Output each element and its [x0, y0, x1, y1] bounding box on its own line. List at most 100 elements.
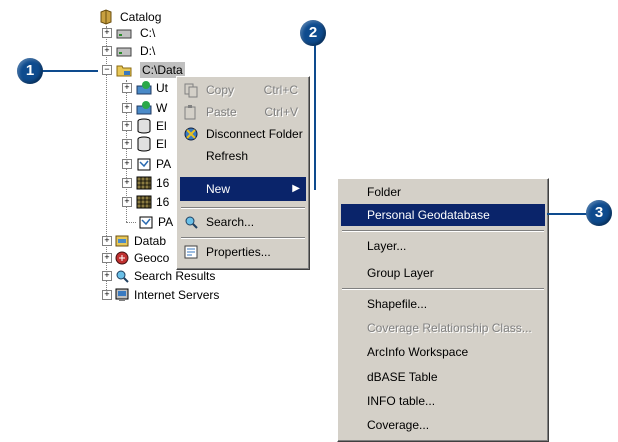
new-submenu: Folder Personal Geodatabase Layer... Gro…: [337, 178, 549, 442]
menu-item-label: Folder: [367, 185, 402, 199]
raster-icon: [136, 195, 152, 209]
tree-label: Catalog: [120, 10, 162, 24]
tree-line: [126, 222, 136, 223]
layer-file-icon: [139, 216, 153, 229]
tree-label: 16: [156, 176, 170, 190]
menu-item-paste[interactable]: Paste Ctrl+V: [180, 101, 306, 123]
expand-icon[interactable]: +: [102, 46, 112, 56]
paste-icon: [184, 105, 196, 120]
menu-item-coverage-relationship-class[interactable]: Coverage Relationship Class...: [341, 317, 545, 339]
expand-icon[interactable]: +: [122, 178, 132, 188]
menu-item-label: dBASE Table: [367, 370, 438, 384]
expand-icon[interactable]: +: [102, 271, 112, 281]
copy-icon: [184, 83, 198, 98]
menu-item-shapefile[interactable]: Shapefile...: [341, 293, 545, 315]
menu-item-label: INFO table...: [367, 394, 436, 408]
submenu-arrow-icon: ▶: [292, 183, 300, 194]
drive-icon: [116, 47, 132, 57]
menu-item-refresh[interactable]: Refresh: [180, 145, 306, 167]
menu-item-shortcut: Ctrl+V: [264, 105, 298, 119]
menu-item-label: Paste: [206, 105, 237, 119]
menu-separator: [181, 237, 305, 239]
menu-item-label: Coverage Relationship Class...: [367, 321, 532, 335]
internet-servers-icon: [115, 288, 129, 301]
menu-item-search[interactable]: Search...: [180, 211, 306, 233]
expand-icon[interactable]: +: [122, 139, 132, 149]
folder-context-menu: Copy Ctrl+C Paste Ctrl+V Disconnect Fold…: [176, 76, 310, 270]
tree-label: Datab: [134, 234, 167, 248]
tree-label: Geoco: [134, 251, 170, 265]
database-servers-icon: [115, 235, 129, 247]
menu-separator: [342, 230, 544, 232]
menu-item-label: Group Layer: [367, 266, 434, 280]
menu-item-label: Layer...: [367, 239, 407, 253]
callout-2-leader: [314, 40, 316, 190]
tree-label: Internet Servers: [134, 288, 220, 302]
menu-item-properties[interactable]: Properties...: [180, 241, 306, 263]
expand-icon[interactable]: +: [102, 253, 112, 263]
expand-icon[interactable]: +: [122, 83, 132, 93]
catalog-icon: [100, 9, 112, 25]
geodatabase-icon: [137, 136, 151, 152]
callout-1-leader: [40, 70, 98, 72]
menu-item-folder[interactable]: Folder: [341, 181, 545, 203]
folder-connection-icon: [116, 65, 132, 77]
menu-item-label: Disconnect Folder: [206, 127, 303, 141]
menu-item-dbase-table[interactable]: dBASE Table: [341, 366, 545, 388]
tree-label: W: [156, 101, 168, 115]
expand-icon[interactable]: +: [102, 290, 112, 300]
expand-icon[interactable]: +: [102, 28, 112, 38]
tree-label: Search Results: [134, 269, 216, 283]
menu-item-label: Properties...: [206, 245, 271, 259]
expand-icon[interactable]: +: [122, 197, 132, 207]
drive-icon: [116, 29, 132, 39]
properties-icon: [184, 245, 198, 259]
menu-item-label: Personal Geodatabase: [367, 208, 490, 222]
tree-label: D:\: [140, 44, 156, 58]
callout-2: 2: [300, 20, 326, 46]
menu-item-arcinfo-workspace[interactable]: ArcInfo Workspace: [341, 341, 545, 363]
menu-item-new[interactable]: New ▶: [180, 177, 306, 201]
menu-item-label: Refresh: [206, 149, 249, 163]
expand-icon[interactable]: +: [122, 103, 132, 113]
collapse-icon[interactable]: −: [102, 65, 112, 75]
search-icon: [185, 216, 198, 229]
menu-item-copy[interactable]: Copy Ctrl+C: [180, 79, 306, 101]
menu-item-layer[interactable]: Layer...: [341, 235, 545, 257]
callout-1: 1: [17, 58, 43, 84]
menu-item-label: Search...: [206, 215, 255, 229]
menu-item-label: ArcInfo Workspace: [367, 345, 469, 359]
disconnect-icon: [184, 127, 198, 141]
tree-label: Ut: [156, 81, 168, 95]
database-connection-icon: [136, 101, 152, 115]
menu-item-coverage[interactable]: Coverage...: [341, 414, 545, 436]
raster-icon: [136, 176, 152, 190]
menu-item-shortcut: Ctrl+C: [263, 83, 298, 97]
menu-item-personal-geodatabase[interactable]: Personal Geodatabase: [341, 204, 545, 226]
menu-item-label: Shapefile...: [367, 297, 428, 311]
menu-separator: [342, 288, 544, 290]
tree-label: El: [156, 137, 167, 151]
menu-item-label: New: [206, 182, 231, 196]
callout-3: 3: [586, 200, 612, 226]
expand-icon[interactable]: +: [122, 159, 132, 169]
menu-item-label: Copy: [206, 83, 235, 97]
expand-icon[interactable]: +: [102, 236, 112, 246]
callout-3-leader: [547, 213, 587, 215]
tree-label: C:\: [140, 26, 156, 40]
tree-label: PA: [158, 215, 174, 229]
menu-item-disconnect-folder[interactable]: Disconnect Folder: [180, 123, 306, 145]
database-connection-icon: [136, 81, 152, 95]
tree-label: PA: [156, 157, 172, 171]
tree-label: 16: [156, 195, 170, 209]
tree-label: El: [156, 119, 167, 133]
menu-item-info-table[interactable]: INFO table...: [341, 390, 545, 412]
expand-icon[interactable]: +: [122, 121, 132, 131]
layer-file-icon: [137, 158, 151, 171]
search-results-icon: [116, 270, 129, 283]
geodatabase-icon: [137, 118, 151, 134]
menu-item-group-layer[interactable]: Group Layer: [341, 262, 545, 284]
geocoding-icon: [115, 251, 129, 265]
menu-separator: [181, 207, 305, 209]
menu-item-label: Coverage...: [367, 418, 430, 432]
